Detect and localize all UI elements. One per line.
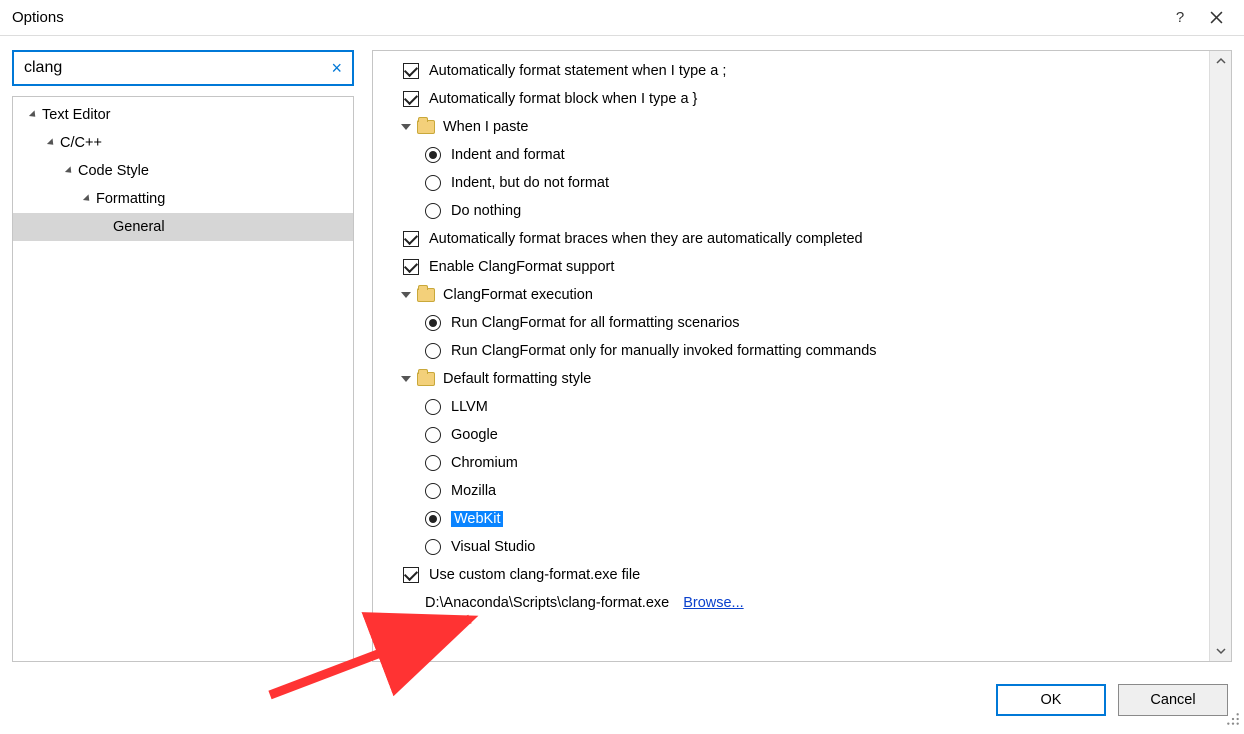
file-path-text: D:\Anaconda\Scripts\clang-format.exe [425,595,669,611]
tree-item-ccpp[interactable]: C/C++ [13,129,353,157]
radio-indent-only[interactable]: Indent, but do not format [373,169,1209,197]
checkbox-icon[interactable] [403,63,419,79]
option-label: Run ClangFormat for all formatting scena… [451,315,740,331]
radio-icon[interactable] [425,399,441,415]
option-label: Indent, but do not format [451,175,609,191]
option-label: Indent and format [451,147,565,163]
option-label: Mozilla [451,483,496,499]
option-label: Use custom clang-format.exe file [429,567,640,583]
options-tree[interactable]: Text Editor C/C++ Code Style Formatting … [12,96,354,662]
option-label: Automatically format statement when I ty… [429,63,726,79]
scroll-up-icon[interactable] [1210,51,1232,71]
tree-item-label: C/C++ [60,135,102,151]
titlebar: Options ? [0,0,1244,36]
option-enable-clangformat[interactable]: Enable ClangFormat support [373,253,1209,281]
search-clear-icon[interactable]: × [329,58,344,79]
checkbox-icon[interactable] [403,91,419,107]
close-button[interactable] [1198,4,1234,32]
radio-style-chromium[interactable]: Chromium [373,449,1209,477]
search-input[interactable] [22,58,329,78]
radio-run-all[interactable]: Run ClangFormat for all formatting scena… [373,309,1209,337]
option-label: Visual Studio [451,539,535,555]
tree-item-formatting[interactable]: Formatting [13,185,353,213]
radio-do-nothing[interactable]: Do nothing [373,197,1209,225]
radio-style-google[interactable]: Google [373,421,1209,449]
caret-icon [65,166,74,175]
chevron-down-icon [401,376,411,382]
option-auto-format-statement[interactable]: Automatically format statement when I ty… [373,57,1209,85]
option-label: Automatically format block when I type a… [429,91,697,107]
checkbox-icon[interactable] [403,231,419,247]
option-label: Google [451,427,498,443]
radio-icon[interactable] [425,455,441,471]
option-label: Enable ClangFormat support [429,259,614,275]
tree-item-code-style[interactable]: Code Style [13,157,353,185]
option-label: Automatically format braces when they ar… [429,231,863,247]
options-panel: Automatically format statement when I ty… [372,50,1232,662]
scrollbar[interactable] [1209,51,1231,661]
option-auto-format-braces[interactable]: Automatically format braces when they ar… [373,225,1209,253]
radio-run-manual[interactable]: Run ClangFormat only for manually invoke… [373,337,1209,365]
tree-item-label: Formatting [96,191,165,207]
tree-item-label: Code Style [78,163,149,179]
radio-icon[interactable] [425,427,441,443]
cancel-button[interactable]: Cancel [1118,684,1228,716]
radio-icon[interactable] [425,175,441,191]
ok-button[interactable]: OK [996,684,1106,716]
radio-style-mozilla[interactable]: Mozilla [373,477,1209,505]
radio-style-llvm[interactable]: LLVM [373,393,1209,421]
group-title: When I paste [443,119,528,135]
tree-item-label: General [113,219,165,235]
radio-icon[interactable] [425,511,441,527]
chevron-down-icon [401,124,411,130]
radio-icon[interactable] [425,539,441,555]
caret-icon [47,138,56,147]
radio-icon[interactable] [425,483,441,499]
option-label: Run ClangFormat only for manually invoke… [451,343,877,359]
search-box[interactable]: × [12,50,354,86]
radio-style-vs[interactable]: Visual Studio [373,533,1209,561]
option-auto-format-block[interactable]: Automatically format block when I type a… [373,85,1209,113]
group-title: Default formatting style [443,371,591,387]
help-button[interactable]: ? [1162,4,1198,32]
group-clangformat-execution[interactable]: ClangFormat execution [373,281,1209,309]
option-label: LLVM [451,399,488,415]
folder-icon [417,288,435,302]
option-label: Do nothing [451,203,521,219]
option-label: WebKit [451,511,503,527]
checkbox-icon[interactable] [403,259,419,275]
browse-link[interactable]: Browse... [683,595,743,611]
tree-item-text-editor[interactable]: Text Editor [13,101,353,129]
radio-style-webkit[interactable]: WebKit [373,505,1209,533]
resize-grip-icon[interactable] [1226,712,1240,730]
window-title: Options [10,9,1162,26]
checkbox-icon[interactable] [403,567,419,583]
group-when-i-paste[interactable]: When I paste [373,113,1209,141]
custom-clang-format-path-row: D:\Anaconda\Scripts\clang-format.exe Bro… [373,589,1209,617]
radio-icon[interactable] [425,147,441,163]
option-label: Chromium [451,455,518,471]
scroll-down-icon[interactable] [1210,641,1232,661]
tree-item-label: Text Editor [42,107,111,123]
folder-icon [417,372,435,386]
tree-item-general[interactable]: General [13,213,353,241]
radio-indent-and-format[interactable]: Indent and format [373,141,1209,169]
radio-icon[interactable] [425,315,441,331]
folder-icon [417,120,435,134]
chevron-down-icon [401,292,411,298]
option-use-custom-clang-format[interactable]: Use custom clang-format.exe file [373,561,1209,589]
group-title: ClangFormat execution [443,287,593,303]
caret-icon [29,110,38,119]
group-default-style[interactable]: Default formatting style [373,365,1209,393]
caret-icon [83,194,92,203]
radio-icon[interactable] [425,343,441,359]
radio-icon[interactable] [425,203,441,219]
